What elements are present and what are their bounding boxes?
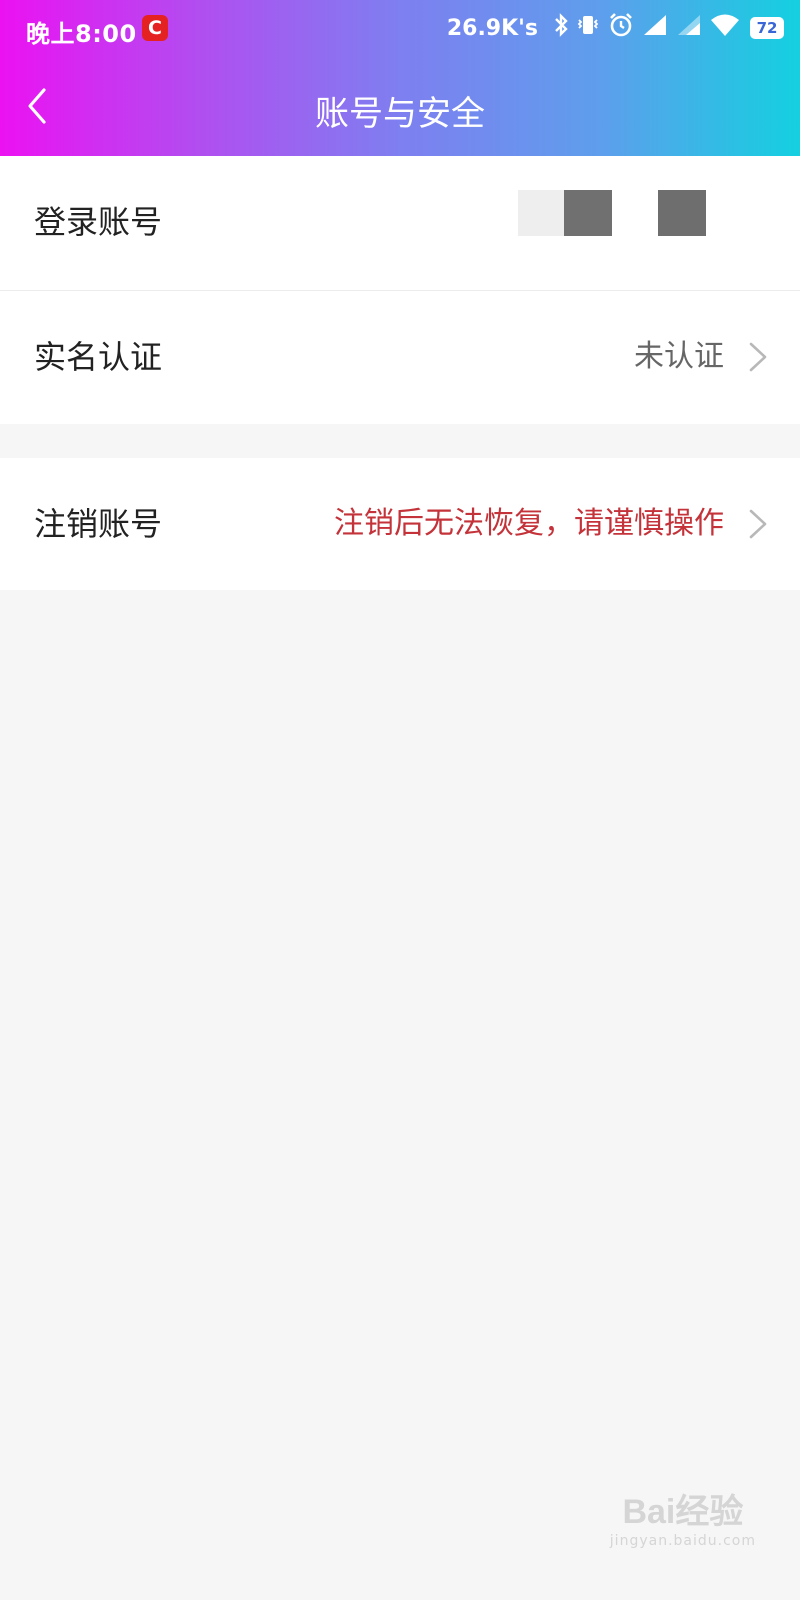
real-name-label: 实名认证: [34, 338, 163, 376]
nav-bar: 账号与安全: [0, 56, 800, 156]
app-header: 晚上8:00 C 26.9K's 72 账号与安全: [0, 0, 800, 156]
vibrate-icon: [576, 13, 600, 43]
watermark-url: jingyan.baidu.com: [609, 1533, 756, 1549]
status-icons: 26.9K's 72: [447, 12, 784, 44]
status-time: 晚上8:00: [26, 20, 137, 48]
cancel-account-warning: 注销后无法恢复，请谨慎操作: [334, 506, 724, 541]
notification-app-icon: C: [142, 15, 168, 41]
watermark-logo: Bai经验: [622, 1493, 744, 1531]
network-speed: 26.9K's: [446, 15, 538, 41]
row-cancel-account[interactable]: 注销账号 注销后无法恢复，请谨慎操作: [0, 458, 800, 590]
danger-section: 注销账号 注销后无法恢复，请谨慎操作: [0, 458, 800, 590]
alarm-icon: [608, 12, 634, 44]
bluetooth-icon: [554, 13, 568, 43]
signal-1-icon: [642, 13, 668, 43]
chevron-right-icon: [749, 342, 767, 372]
page-title: 账号与安全: [315, 94, 485, 134]
chevron-right-icon: [749, 509, 767, 539]
cancel-account-label: 注销账号: [34, 505, 163, 543]
signal-2-icon: [676, 13, 702, 43]
real-name-status: 未认证: [634, 339, 724, 374]
login-account-label: 登录账号: [34, 203, 163, 241]
watermark: Bai经验 jingyan.baidu.com: [610, 1484, 756, 1549]
row-real-name[interactable]: 实名认证 未认证: [0, 291, 800, 423]
wifi-icon: [710, 13, 740, 43]
battery-indicator: 72: [750, 17, 784, 39]
status-bar: 晚上8:00 C 26.9K's 72: [0, 0, 800, 56]
